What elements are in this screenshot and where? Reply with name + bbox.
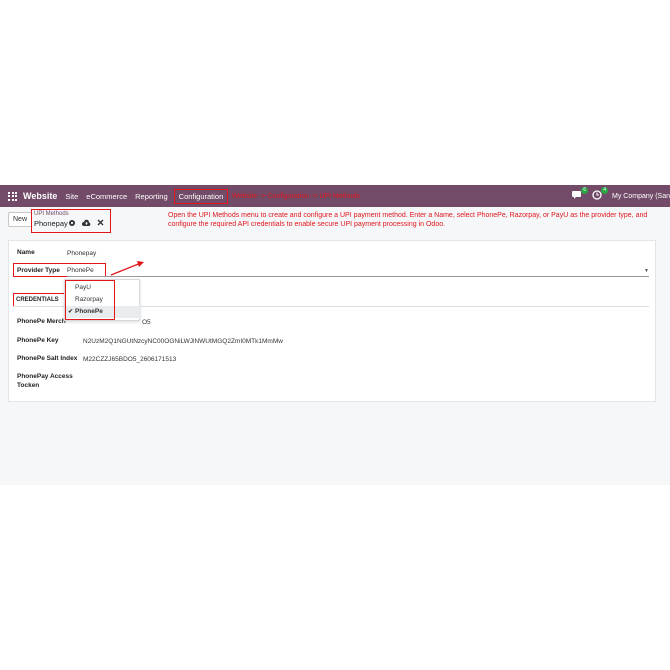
access-token-label-line1: PhonePay Access — [17, 373, 73, 380]
provider-type-select[interactable]: PhonePe — [67, 267, 94, 274]
activity-count-badge: 4 — [601, 187, 609, 194]
name-label: Name — [17, 249, 35, 256]
page-canvas: Website Site eCommerce Reporting Configu… — [0, 0, 670, 670]
new-button[interactable]: New — [8, 212, 33, 227]
menu-site[interactable]: Site — [65, 192, 78, 201]
merchant-field[interactable]: O5 — [142, 319, 151, 326]
company-switcher[interactable]: My Company (San — [612, 193, 670, 200]
control-panel: New UPI Methods Phonepay Open the UPI Me… — [0, 207, 670, 237]
merchant-label: PhonePe Merch — [17, 318, 66, 325]
breadcrumb-current: Phonepay — [34, 219, 68, 228]
discard-close-icon[interactable] — [97, 219, 104, 226]
chat-count-badge: 6 — [581, 187, 589, 194]
menu-reporting[interactable]: Reporting — [135, 192, 168, 201]
provider-type-underline — [67, 276, 649, 277]
top-navbar: Website Site eCommerce Reporting Configu… — [0, 185, 670, 207]
caret-down-icon[interactable]: ▼ — [644, 268, 649, 274]
gear-icon[interactable] — [68, 219, 76, 227]
navbar-right: 6 4 My Company (San — [572, 187, 670, 202]
cloud-upload-icon[interactable] — [82, 219, 91, 227]
menu-ecommerce[interactable]: eCommerce — [86, 192, 127, 201]
salt-index-label: PhonePe Salt Index — [17, 355, 78, 362]
activity-button[interactable]: 4 — [592, 187, 609, 202]
breadcrumb: UPI Methods Phonepay — [31, 209, 111, 233]
form-sheet: Name Phonepay Provider Type PhonePe ▼ CR… — [8, 240, 656, 402]
instruction-annotation: Open the UPI Methods menu to create and … — [168, 212, 648, 228]
access-token-label-line2: Tocken — [17, 382, 40, 389]
dropdown-highlight — [65, 280, 115, 320]
navigation-annotation: Website -> Configuration -> UPI Methods — [232, 192, 360, 200]
credentials-tab[interactable]: CREDENTIALS — [16, 297, 59, 303]
provider-type-label: Provider Type — [17, 267, 60, 274]
odoo-screenshot: Website Site eCommerce Reporting Configu… — [0, 185, 670, 485]
chat-button[interactable]: 6 — [572, 187, 589, 202]
name-field[interactable]: Phonepay — [67, 250, 96, 257]
apps-grid-icon[interactable] — [8, 191, 17, 201]
key-label: PhonePe Key — [17, 337, 59, 344]
breadcrumb-parent[interactable]: UPI Methods — [34, 211, 69, 217]
pointer-arrow-icon — [110, 261, 144, 276]
menu-configuration[interactable]: Configuration — [173, 188, 229, 204]
app-brand[interactable]: Website — [23, 191, 57, 201]
key-field[interactable]: N2UzM2Q1NGUtNzcyNC00OGNiLWJlNWUtMGQ2ZmI0… — [83, 338, 283, 345]
salt-index-field[interactable]: M22CZZJ65BDO5_2606171513 — [83, 356, 176, 363]
